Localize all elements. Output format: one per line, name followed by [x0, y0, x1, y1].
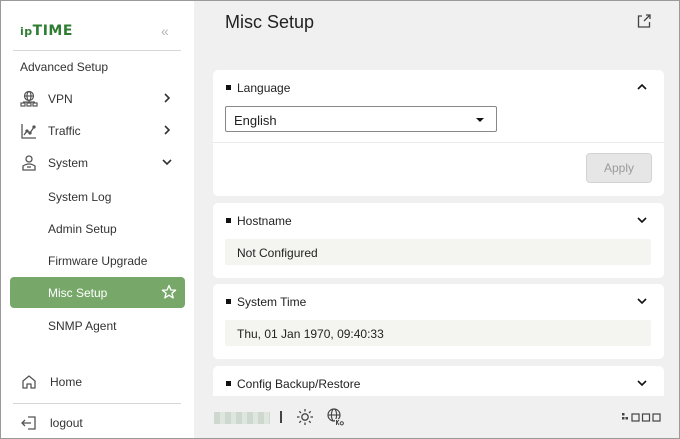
- export-icon[interactable]: [636, 13, 652, 29]
- language-card: Language English Apply: [213, 70, 664, 196]
- logout-icon: [21, 416, 36, 430]
- logout-link[interactable]: logout: [20, 414, 83, 432]
- section-bullet: [226, 381, 231, 386]
- caret-down-icon: [476, 118, 484, 122]
- chevron-right-icon: [164, 93, 171, 103]
- section-bullet: [226, 299, 231, 304]
- language-title: Language: [237, 81, 291, 95]
- iptime-logo: ipTIME: [20, 23, 73, 39]
- chevron-down-icon: [637, 380, 647, 387]
- card-divider: [213, 142, 664, 143]
- chevron-down-icon: [637, 298, 647, 305]
- system-time-title: System Time: [237, 295, 307, 309]
- system-time-value: Thu, 01 Jan 1970, 09:40:33: [237, 327, 384, 341]
- chevron-down-icon: [162, 159, 172, 166]
- home-icon: [22, 375, 36, 389]
- footer-separator: [280, 411, 282, 423]
- hostname-title: Hostname: [237, 214, 292, 228]
- system-time-card: System Time Thu, 01 Jan 1970, 09:40:33: [213, 284, 664, 359]
- collapse-sidebar-button[interactable]: «: [161, 23, 169, 39]
- language-globe-icon[interactable]: [325, 407, 345, 427]
- language-card-header[interactable]: Language: [213, 70, 664, 104]
- sidebar-subitem-misc-setup[interactable]: Misc Setup: [10, 277, 185, 308]
- sidebar-subitem-firmware-upgrade[interactable]: Firmware Upgrade: [48, 254, 147, 268]
- sidebar: ipTIME « Advanced Setup VPN Traffic Syst…: [1, 1, 194, 438]
- sidebar-item-label: Traffic: [48, 124, 81, 138]
- sidebar-subitem-label: Misc Setup: [48, 286, 108, 300]
- logo-main: TIME: [32, 23, 73, 39]
- footer-bar: [194, 396, 679, 438]
- page-title: Misc Setup: [225, 12, 315, 32]
- layout-toggle-icon[interactable]: [622, 413, 664, 423]
- traffic-chart-icon: [20, 122, 38, 140]
- config-backup-card-header[interactable]: Config Backup/Restore: [213, 366, 664, 400]
- language-select-value: English: [234, 113, 277, 128]
- vpn-network-icon: [20, 90, 38, 108]
- section-bullet: [226, 218, 231, 223]
- sidebar-divider: [13, 50, 181, 51]
- chevron-right-icon: [164, 125, 171, 135]
- hostname-card: Hostname Not Configured: [213, 203, 664, 278]
- sidebar-item-traffic[interactable]: Traffic: [20, 120, 180, 142]
- hostname-value: Not Configured: [237, 246, 318, 260]
- blurred-info: [214, 412, 270, 424]
- system-time-value-box: Thu, 01 Jan 1970, 09:40:33: [225, 320, 651, 346]
- hostname-value-box: Not Configured: [225, 239, 651, 265]
- sidebar-item-system[interactable]: System: [20, 152, 180, 174]
- sidebar-divider-bottom: [13, 403, 181, 404]
- app-window: ipTIME « Advanced Setup VPN Traffic Syst…: [0, 0, 680, 439]
- sidebar-subitem-snmp-agent[interactable]: SNMP Agent: [48, 319, 116, 333]
- logout-label: logout: [50, 416, 83, 430]
- section-bullet: [226, 85, 231, 90]
- chevron-up-icon: [637, 83, 647, 90]
- logo-prefix: ip: [20, 25, 33, 38]
- config-backup-title: Config Backup/Restore: [237, 377, 361, 391]
- apply-button[interactable]: Apply: [586, 153, 652, 183]
- sidebar-subitem-system-log[interactable]: System Log: [48, 190, 111, 204]
- hostname-card-header[interactable]: Hostname: [213, 203, 664, 237]
- sidebar-item-vpn[interactable]: VPN: [20, 88, 180, 110]
- system-user-icon: [20, 154, 38, 172]
- sun-icon[interactable]: [296, 408, 314, 426]
- home-label: Home: [50, 375, 83, 389]
- language-select[interactable]: English: [225, 106, 497, 132]
- home-link[interactable]: Home: [20, 373, 82, 391]
- favorite-star-icon[interactable]: [161, 284, 177, 300]
- chevron-down-icon: [637, 217, 647, 224]
- sidebar-subitem-admin-setup[interactable]: Admin Setup: [48, 222, 117, 236]
- sidebar-item-label: VPN: [48, 92, 73, 106]
- system-time-card-header[interactable]: System Time: [213, 284, 664, 318]
- section-title-advanced-setup: Advanced Setup: [20, 60, 109, 74]
- sidebar-item-label: System: [48, 156, 89, 170]
- main-content: Misc Setup Language English Apply Hostna…: [194, 1, 679, 438]
